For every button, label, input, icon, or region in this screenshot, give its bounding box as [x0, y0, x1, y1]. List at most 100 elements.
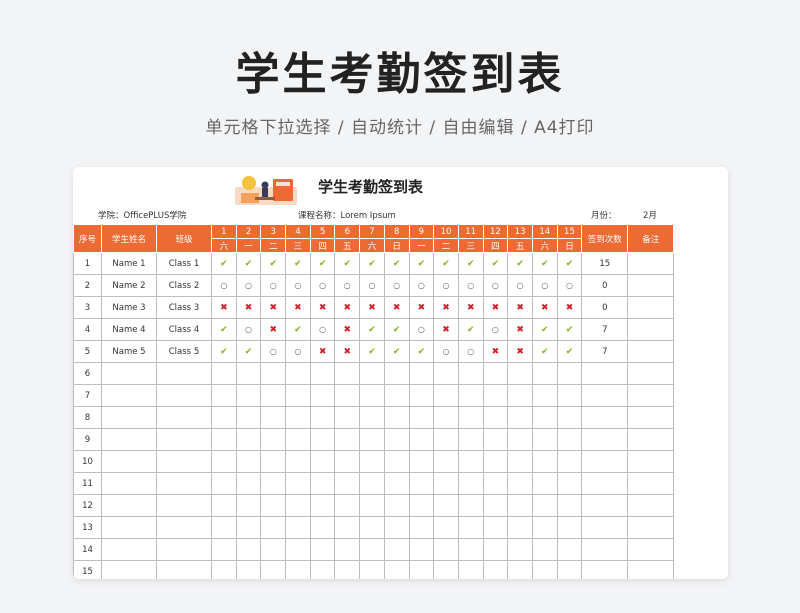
- attendance-cell[interactable]: ✔: [556, 252, 583, 275]
- attendance-cell[interactable]: [285, 516, 311, 539]
- class-cell[interactable]: [156, 384, 212, 407]
- attendance-cell[interactable]: ✖: [433, 318, 459, 341]
- attendance-cell[interactable]: [531, 384, 558, 407]
- attendance-cell[interactable]: ○: [457, 274, 484, 297]
- attendance-cell[interactable]: [285, 406, 311, 429]
- attendance-cell[interactable]: ✖: [309, 340, 336, 363]
- note-cell[interactable]: [627, 560, 675, 579]
- attendance-cell[interactable]: [309, 428, 336, 451]
- attendance-cell[interactable]: [235, 560, 262, 579]
- attendance-cell[interactable]: [235, 450, 262, 473]
- attendance-cell[interactable]: [309, 516, 336, 539]
- attendance-cell[interactable]: [531, 472, 558, 495]
- attendance-cell[interactable]: [260, 472, 287, 495]
- attendance-cell[interactable]: [383, 560, 410, 579]
- student-name-cell[interactable]: [101, 538, 157, 561]
- attendance-cell[interactable]: [408, 516, 435, 539]
- attendance-cell[interactable]: ✔: [211, 340, 237, 363]
- attendance-cell[interactable]: [531, 560, 558, 579]
- class-cell[interactable]: [156, 494, 212, 517]
- attendance-cell[interactable]: [309, 494, 336, 517]
- note-cell[interactable]: [627, 538, 675, 561]
- student-name-cell[interactable]: [101, 560, 157, 579]
- attendance-cell[interactable]: [433, 428, 459, 451]
- attendance-cell[interactable]: ○: [285, 340, 311, 363]
- attendance-cell[interactable]: [457, 384, 484, 407]
- attendance-cell[interactable]: [235, 472, 262, 495]
- attendance-cell[interactable]: [408, 428, 435, 451]
- attendance-cell[interactable]: [383, 494, 410, 517]
- attendance-cell[interactable]: [235, 494, 262, 517]
- attendance-cell[interactable]: ✔: [383, 252, 410, 275]
- attendance-cell[interactable]: ✔: [383, 340, 410, 363]
- attendance-cell[interactable]: ○: [556, 274, 583, 297]
- attendance-cell[interactable]: [457, 494, 484, 517]
- attendance-cell[interactable]: ✔: [235, 252, 262, 275]
- attendance-cell[interactable]: [285, 494, 311, 517]
- attendance-cell[interactable]: ✖: [260, 318, 287, 341]
- attendance-cell[interactable]: [211, 494, 237, 517]
- attendance-cell[interactable]: ✔: [359, 252, 385, 275]
- attendance-cell[interactable]: [309, 560, 336, 579]
- attendance-cell[interactable]: [334, 494, 361, 517]
- attendance-cell[interactable]: [507, 362, 533, 385]
- attendance-cell[interactable]: ○: [309, 274, 336, 297]
- attendance-cell[interactable]: [433, 384, 459, 407]
- attendance-cell[interactable]: [211, 428, 237, 451]
- note-cell[interactable]: [627, 252, 675, 275]
- attendance-cell[interactable]: [556, 450, 583, 473]
- attendance-cell[interactable]: [433, 450, 459, 473]
- attendance-cell[interactable]: ○: [408, 318, 435, 341]
- attendance-cell[interactable]: ✔: [359, 318, 385, 341]
- note-cell[interactable]: [627, 318, 675, 341]
- attendance-cell[interactable]: [309, 406, 336, 429]
- student-name-cell[interactable]: [101, 472, 157, 495]
- attendance-cell[interactable]: [482, 406, 509, 429]
- attendance-cell[interactable]: [457, 560, 484, 579]
- attendance-cell[interactable]: [482, 538, 509, 561]
- attendance-cell[interactable]: [285, 538, 311, 561]
- class-cell[interactable]: [156, 428, 212, 451]
- attendance-cell[interactable]: [260, 538, 287, 561]
- note-cell[interactable]: [627, 362, 675, 385]
- attendance-cell[interactable]: ✔: [556, 318, 583, 341]
- attendance-cell[interactable]: [556, 362, 583, 385]
- attendance-cell[interactable]: [334, 384, 361, 407]
- attendance-cell[interactable]: ✖: [482, 340, 509, 363]
- attendance-cell[interactable]: [211, 560, 237, 579]
- attendance-cell[interactable]: [309, 472, 336, 495]
- attendance-cell[interactable]: [383, 384, 410, 407]
- attendance-cell[interactable]: ✖: [383, 296, 410, 319]
- attendance-cell[interactable]: [482, 450, 509, 473]
- attendance-cell[interactable]: [433, 538, 459, 561]
- attendance-cell[interactable]: ✔: [457, 318, 484, 341]
- attendance-cell[interactable]: [433, 472, 459, 495]
- class-cell[interactable]: [156, 560, 212, 579]
- attendance-cell[interactable]: [359, 560, 385, 579]
- attendance-cell[interactable]: [433, 362, 459, 385]
- attendance-cell[interactable]: ✔: [334, 252, 361, 275]
- attendance-cell[interactable]: [211, 472, 237, 495]
- attendance-cell[interactable]: [531, 428, 558, 451]
- attendance-cell[interactable]: ○: [334, 274, 361, 297]
- attendance-cell[interactable]: [482, 472, 509, 495]
- attendance-cell[interactable]: [285, 472, 311, 495]
- attendance-cell[interactable]: [235, 406, 262, 429]
- attendance-cell[interactable]: [260, 384, 287, 407]
- attendance-cell[interactable]: ○: [235, 274, 262, 297]
- attendance-cell[interactable]: [482, 494, 509, 517]
- student-name-cell[interactable]: Name 2: [101, 274, 157, 297]
- attendance-cell[interactable]: [507, 450, 533, 473]
- attendance-cell[interactable]: [383, 362, 410, 385]
- attendance-cell[interactable]: ○: [309, 318, 336, 341]
- attendance-cell[interactable]: [285, 384, 311, 407]
- attendance-cell[interactable]: [408, 560, 435, 579]
- attendance-cell[interactable]: [260, 450, 287, 473]
- attendance-cell[interactable]: [211, 538, 237, 561]
- attendance-cell[interactable]: ✖: [556, 296, 583, 319]
- attendance-cell[interactable]: ✖: [457, 296, 484, 319]
- attendance-cell[interactable]: [334, 428, 361, 451]
- attendance-cell[interactable]: [359, 428, 385, 451]
- attendance-cell[interactable]: [235, 428, 262, 451]
- attendance-cell[interactable]: [433, 406, 459, 429]
